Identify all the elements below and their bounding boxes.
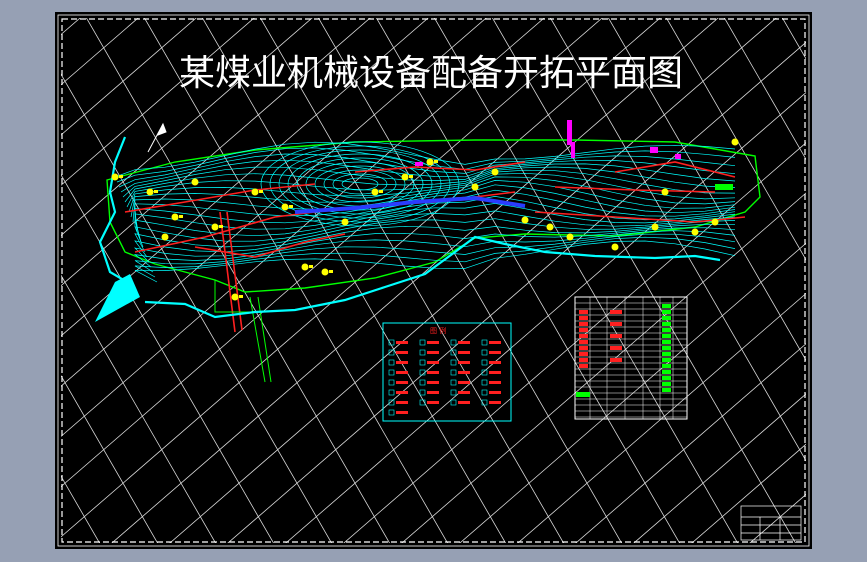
dashed-border (61, 18, 806, 543)
river (98, 136, 721, 319)
green-marker (715, 184, 733, 190)
title-block (740, 505, 802, 541)
legend-panel: 图 例 (382, 322, 512, 422)
river-delta (95, 274, 140, 322)
north-arrow-icon (147, 122, 167, 153)
contour-lines (114, 141, 736, 283)
sheet-border (57, 14, 810, 547)
drawing-sheet: 某煤业机械设备配备开拓平面图 图 例 (55, 12, 812, 549)
legend-title: 图 例 (430, 326, 446, 335)
drawing-title: 某煤业机械设备配备开拓平面图 (179, 53, 683, 94)
cad-canvas[interactable]: 某煤业机械设备配备开拓平面图 图 例 (55, 12, 812, 549)
